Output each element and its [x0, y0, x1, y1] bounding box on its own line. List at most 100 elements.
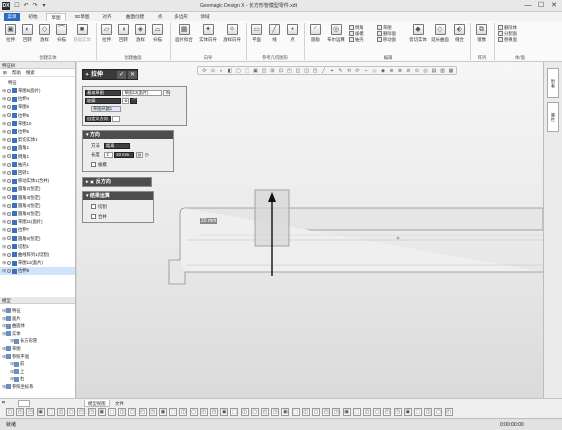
bottom-tool-icon[interactable]: ▢ — [312, 408, 320, 416]
bottom-tool-icon[interactable]: ▢ — [6, 408, 14, 416]
view-tool-icon[interactable]: ⟳ — [201, 68, 208, 74]
bottom-tool-icon[interactable]: ▣ — [403, 408, 412, 416]
ok-button[interactable]: ✓ — [117, 71, 126, 79]
view-tool-icon[interactable]: ◇ — [371, 68, 378, 74]
bottom-tool-icon[interactable]: ⬚ — [352, 408, 361, 416]
visibility-icon[interactable] — [7, 220, 11, 225]
expand-icon[interactable]: ⊞ — [2, 128, 6, 135]
tab-menu[interactable]: 菜单 — [4, 13, 20, 21]
help-link[interactable]: 帮助 — [12, 70, 21, 75]
bottom-tool-icon[interactable]: ⬚ — [169, 408, 178, 416]
expand-icon[interactable]: ⊞ — [2, 169, 6, 176]
reverse-direction-header[interactable]: ▸ 反方向 — [83, 178, 151, 186]
visibility-icon[interactable] — [7, 203, 11, 208]
bottom-tool-icon[interactable]: ▢ — [250, 408, 259, 416]
merge-checkbox[interactable] — [91, 214, 96, 220]
tree-item[interactable]: ⊞ 圆角2(恒定) — [0, 185, 75, 192]
bottom-tool-icon[interactable]: ▣ — [36, 408, 45, 416]
expand-icon[interactable]: ⊞ — [2, 202, 6, 209]
bottom-tool-icon[interactable]: ◳ — [271, 408, 280, 416]
surface-loft-button[interactable]: ◈ 放样 — [133, 24, 148, 52]
view-tool-icon[interactable]: ▢ — [235, 68, 242, 74]
visibility-icon[interactable] — [7, 236, 11, 241]
model-tree-item[interactable]: ⊞ 参照平面 — [0, 353, 75, 360]
tree-item[interactable]: ⊞ 剪切实体1 — [0, 136, 75, 143]
length-mode-icon[interactable]: ⇕ — [104, 151, 114, 158]
shell-button[interactable]: 抽壳 — [349, 37, 375, 43]
bottom-tool-icon[interactable]: ▢ — [128, 408, 137, 416]
bottom-tool-icon[interactable]: ◰ — [261, 408, 269, 416]
view-tool-icon[interactable]: ◳ — [312, 68, 319, 74]
bottom-tool-icon[interactable]: ◫ — [57, 408, 65, 416]
tab-home[interactable]: 初始 — [24, 13, 42, 21]
expand-icon[interactable]: ⊞ — [2, 210, 6, 217]
bottom-tool-icon[interactable]: ⬚ — [230, 408, 239, 416]
expand-icon[interactable]: ⊞ — [2, 112, 6, 119]
maximize-button[interactable]: ☐ — [535, 1, 547, 11]
view-tool-icon[interactable]: ◰ — [286, 68, 293, 74]
view-tool-icon[interactable]: ◲ — [303, 68, 310, 74]
bottom-tool-icon[interactable]: ▢ — [189, 408, 198, 416]
view-tool-icon[interactable]: ▤ — [431, 68, 438, 74]
view-tool-icon[interactable]: ⌁ — [363, 68, 370, 74]
bottom-tool-icon[interactable]: ◫ — [424, 408, 433, 416]
view-tool-icon[interactable]: ◫ — [261, 68, 268, 74]
length-input[interactable]: 20 mm — [114, 151, 135, 158]
contour-loop-item[interactable]: 草图环路1 — [91, 105, 121, 112]
draft-checkbox[interactable] — [91, 162, 96, 168]
tab-3d-sketch[interactable]: 3D草图 — [70, 13, 94, 21]
view-tool-icon[interactable]: ⟲ — [346, 68, 353, 74]
expand-icon[interactable]: ⊞ — [2, 153, 6, 160]
bottom-tool-icon[interactable]: ◳ — [332, 408, 341, 416]
bottom-tool-icon[interactable]: ▢ — [434, 408, 443, 416]
bottom-tool-icon[interactable]: ◰ — [322, 408, 331, 416]
bottom-tool-icon[interactable]: ◰ — [138, 408, 147, 416]
expand-icon[interactable]: ⊞ — [2, 161, 6, 168]
visibility-icon[interactable] — [7, 162, 11, 167]
tree-item[interactable]: ⊞ 倒角1 — [0, 153, 75, 160]
minimize-button[interactable]: — — [522, 1, 534, 11]
length-refresh-icon[interactable]: ◷ — [145, 152, 149, 157]
bottom-tool-icon[interactable]: ◰ — [199, 408, 208, 416]
bottom-tool-icon[interactable]: ⬚ — [291, 408, 300, 416]
tab-polygon[interactable]: 多边形 — [170, 13, 192, 21]
dimension-label[interactable]: 20 mm — [200, 218, 218, 224]
visibility-icon[interactable] — [7, 146, 11, 151]
model-tree-item[interactable]: ⊞ 曲面体 — [0, 322, 75, 329]
visibility-icon[interactable] — [7, 211, 11, 216]
model-tree-item[interactable]: ⊞ 参照坐标系 — [0, 383, 75, 390]
expand-icon[interactable]: ⊞ — [2, 177, 6, 184]
close-button[interactable]: ✕ — [548, 1, 560, 11]
expand-icon[interactable]: ⊞ — [2, 103, 6, 110]
tree-item[interactable]: ⊞ 圆角6(恒定) — [0, 235, 75, 242]
model-tree-item[interactable]: ⊞ 前 — [0, 360, 75, 367]
model-tree-item[interactable]: ⊞ 上 — [0, 368, 75, 375]
mirror-button[interactable]: ⧉ 镜像 — [474, 24, 489, 52]
expand-icon[interactable]: ⊞ — [2, 251, 6, 258]
visibility-icon[interactable] — [7, 129, 11, 134]
tree-item[interactable]: ⊞ 拉伸4 — [0, 95, 75, 102]
bottom-tool-icon[interactable]: ▢ — [373, 408, 382, 416]
tab-attach[interactable]: 附着 — [547, 68, 559, 98]
solid-wizard-button[interactable]: ✦ 实体向导 — [197, 24, 219, 52]
tab-properties[interactable]: 属性 — [547, 102, 559, 132]
visibility-icon[interactable] — [7, 88, 11, 93]
model-tree-item[interactable]: ⊞ 实体 — [0, 330, 75, 337]
search-link[interactable]: 搜索 — [26, 70, 35, 75]
tree-item[interactable]: ⊞ 拉伸7 — [0, 226, 75, 233]
expand-icon[interactable]: ⊞ — [2, 185, 6, 192]
visibility-icon[interactable] — [7, 113, 11, 118]
tab-file[interactable]: 文件 — [112, 400, 127, 407]
base-solid-button[interactable]: ■ 基础实体 — [71, 24, 93, 52]
fillet-button[interactable]: ◜ 圆角 — [308, 24, 323, 52]
view-tool-icon[interactable]: ▣ — [252, 68, 259, 74]
boolean-button[interactable]: ◎ 布尔运算 — [326, 24, 346, 52]
expand-icon[interactable]: ⊞ — [2, 259, 6, 266]
view-tool-icon[interactable]: ▥ — [439, 68, 446, 74]
extrude-button[interactable]: ▣ 拉伸 — [3, 24, 18, 52]
visibility-icon[interactable] — [7, 154, 11, 159]
bottom-tool-icon[interactable]: ▣ — [281, 408, 290, 416]
bottom-tool-icon[interactable]: ◰ — [444, 408, 453, 416]
revolve-button[interactable]: ◐ 回转 — [20, 24, 35, 52]
view-tool-icon[interactable]: ⊞ — [269, 68, 276, 74]
